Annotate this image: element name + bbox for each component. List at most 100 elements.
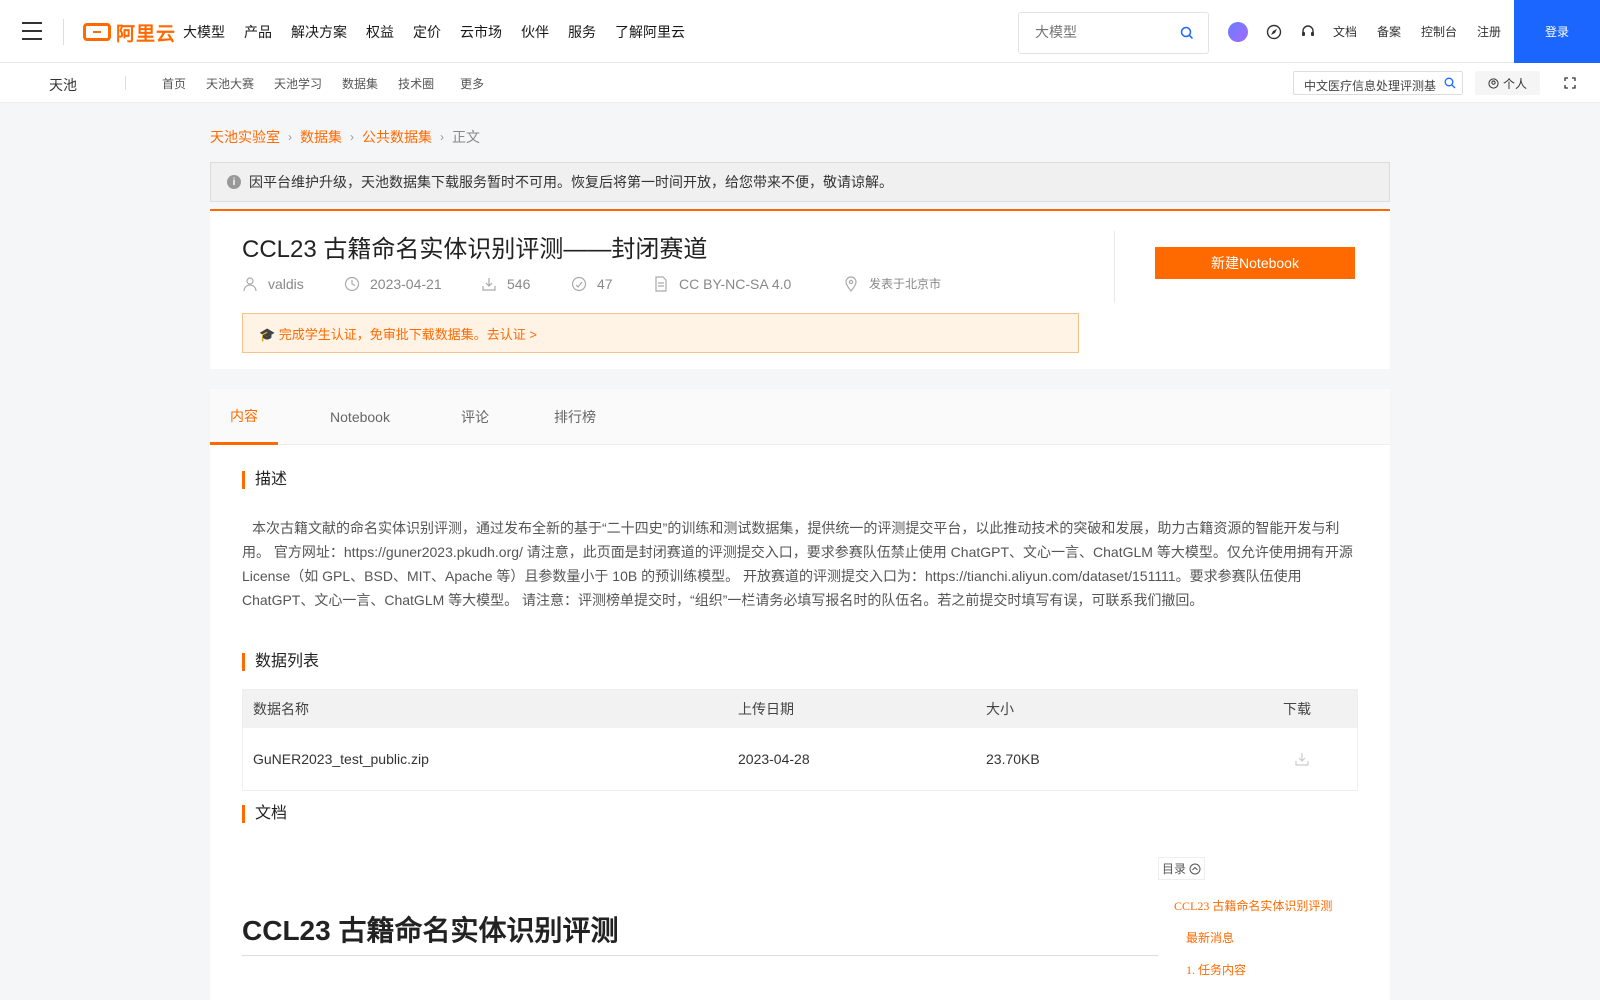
subnav-home[interactable]: 首页 (162, 75, 186, 92)
like-count: 47 (597, 275, 613, 292)
data-table: 数据名称 上传日期 大小 下载 GuNER2023_test_public.zi… (242, 689, 1358, 791)
download-count-icon (482, 277, 496, 291)
chevron-right-icon: › (288, 130, 292, 144)
divider (125, 76, 126, 90)
table-row: GuNER2023_test_public.zip 2023-04-28 23.… (243, 728, 1357, 790)
dataset-title: CCL23 古籍命名实体识别评测——封闭赛道 (242, 236, 708, 263)
user-icon (1488, 77, 1499, 89)
tianchi-brand[interactable]: 天池 (49, 75, 77, 95)
download-icon[interactable] (1295, 752, 1309, 766)
document-icon (655, 275, 667, 292)
download-count: 546 (507, 275, 531, 292)
subnav-search[interactable]: 中文医疗信息处理评测基 (1293, 71, 1463, 95)
meta-date: 2023-04-21 (344, 276, 481, 292)
chevron-right-icon: › (350, 130, 354, 144)
top-links: 文档 备案 控制台 注册 (1333, 0, 1521, 63)
toc-toggle[interactable]: 目录 (1158, 857, 1206, 880)
breadcrumb-public-datasets[interactable]: 公共数据集 (362, 127, 432, 147)
meta-location: 发表于北京市 (843, 275, 941, 292)
header-date: 上传日期 (738, 701, 794, 717)
menu-item-partners[interactable]: 伙伴 (521, 22, 549, 42)
notice-text: 因平台维护升级，天池数据集下载服务暂时不可用。恢复后将第一时间开放，给您带来不便… (249, 174, 893, 190)
tab-content[interactable]: 内容 (210, 389, 278, 445)
clock-icon (344, 276, 360, 291)
menu-item-products[interactable]: 产品 (244, 22, 272, 42)
console-link[interactable]: 控制台 (1421, 23, 1457, 40)
headset-icon[interactable] (1300, 24, 1316, 40)
menu-icon[interactable] (22, 22, 42, 40)
section-description-title: 描述 (242, 471, 287, 489)
register-link[interactable]: 注册 (1477, 23, 1501, 40)
menu-item-large-model[interactable]: 大模型 (183, 22, 225, 42)
divider (242, 955, 1158, 956)
tab-notebook[interactable]: Notebook (320, 389, 400, 445)
menu-item-benefits[interactable]: 权益 (366, 22, 394, 42)
menu-item-solutions[interactable]: 解决方案 (291, 22, 347, 42)
tianchi-subnav: 天池 首页 天池大赛 天池学习 数据集 技术圈 更多 中文医疗信息处理评测基 个… (0, 63, 1600, 103)
subnav-tech-circle[interactable]: 技术圈 (398, 75, 434, 92)
table-of-contents: 目录 CCL23 古籍命名实体识别评测 最新消息 1. 任务内容 (1158, 857, 1358, 977)
subnav-learning[interactable]: 天池学习 (274, 75, 322, 92)
filing-link[interactable]: 备案 (1377, 23, 1401, 40)
dataset-meta: valdis 2023-04-21 546 47 CC BY-NC-SA 4.0… (242, 275, 941, 292)
breadcrumb-current: 正文 (452, 129, 480, 145)
menu-item-services[interactable]: 服务 (568, 22, 596, 42)
header-size: 大小 (986, 701, 1014, 717)
divider (63, 19, 64, 45)
student-cert-banner[interactable]: 🎓 完成学生认证，免审批下载数据集。去认证 > (242, 313, 1079, 353)
like-icon (571, 276, 587, 291)
subnav-competitions[interactable]: 天池大赛 (206, 75, 254, 92)
menu-item-about[interactable]: 了解阿里云 (615, 22, 685, 42)
compass-icon[interactable] (1266, 24, 1282, 40)
dataset-header-card: CCL23 古籍命名实体识别评测——封闭赛道 valdis 2023-04-21… (210, 209, 1390, 369)
subnav-search-text[interactable]: 中文医疗信息处理评测基 (1304, 77, 1439, 94)
info-icon: i (227, 175, 241, 189)
breadcrumb-datasets[interactable]: 数据集 (300, 127, 342, 147)
toc-item[interactable]: 最新消息 (1186, 929, 1234, 946)
tab-comments[interactable]: 评论 (450, 389, 500, 445)
subnav-datasets[interactable]: 数据集 (342, 75, 378, 92)
description-text: 本次古籍文献的命名实体识别评测，通过发布全新的基于“二十四史”的训练和测试数据集… (242, 520, 1353, 608)
meta-downloads: 546 (481, 276, 571, 292)
personal-label: 个人 (1502, 76, 1527, 91)
expand-icon[interactable] (1564, 77, 1576, 89)
chevron-right-icon: › (440, 130, 444, 144)
toc-item[interactable]: 1. 任务内容 (1186, 961, 1246, 978)
new-notebook-button[interactable]: 新建Notebook (1155, 247, 1355, 279)
aliyun-logo[interactable]: 阿里云 (83, 20, 176, 45)
location-icon (845, 275, 857, 292)
toc-item[interactable]: CCL23 古籍命名实体识别评测 (1174, 897, 1332, 914)
breadcrumb: 天池实验室 › 数据集 › 公共数据集 › 正文 (210, 127, 480, 147)
personal-button[interactable]: 个人 (1475, 71, 1540, 95)
header-download: 下载 (1283, 701, 1311, 717)
license: CC BY-NC-SA 4.0 (679, 275, 792, 292)
header-name: 数据名称 (253, 701, 309, 717)
ai-assistant-icon[interactable] (1228, 22, 1248, 42)
cert-text[interactable]: 🎓 完成学生认证，免审批下载数据集。去认证 > (259, 324, 537, 343)
global-search[interactable] (1018, 12, 1209, 54)
table-header-row: 数据名称 上传日期 大小 下载 (243, 690, 1357, 728)
login-button[interactable]: 登录 (1514, 0, 1600, 63)
main-content: 内容 Notebook 评论 排行榜 描述 本次古籍文献的命名实体识别评测，通过… (210, 389, 1390, 1000)
menu-item-pricing[interactable]: 定价 (413, 22, 441, 42)
location: 发表于北京市 (869, 277, 942, 291)
search-icon[interactable] (1444, 77, 1456, 89)
docs-link[interactable]: 文档 (1333, 23, 1357, 40)
file-size: 23.70KB (986, 751, 1040, 767)
breadcrumb-lab[interactable]: 天池实验室 (210, 127, 280, 147)
chevron-up-icon (1189, 863, 1201, 874)
menu-item-marketplace[interactable]: 云市场 (460, 22, 502, 42)
subnav-more[interactable]: 更多 (460, 75, 484, 92)
meta-likes: 47 (571, 276, 653, 292)
section-docs-title: 文档 (242, 805, 287, 823)
subnav-items: 首页 天池大赛 天池学习 数据集 技术圈 更多 (162, 63, 504, 103)
tab-leaderboard[interactable]: 排行榜 (550, 389, 600, 445)
search-icon[interactable] (1180, 26, 1194, 40)
meta-license: CC BY-NC-SA 4.0 (653, 276, 843, 292)
author-name[interactable]: valdis (268, 276, 304, 292)
divider (1114, 231, 1115, 303)
search-input[interactable] (1035, 24, 1175, 40)
content-tabs: 内容 Notebook 评论 排行榜 (210, 389, 1390, 445)
toc-label: 目录 (1162, 862, 1187, 876)
file-name: GuNER2023_test_public.zip (253, 751, 429, 767)
